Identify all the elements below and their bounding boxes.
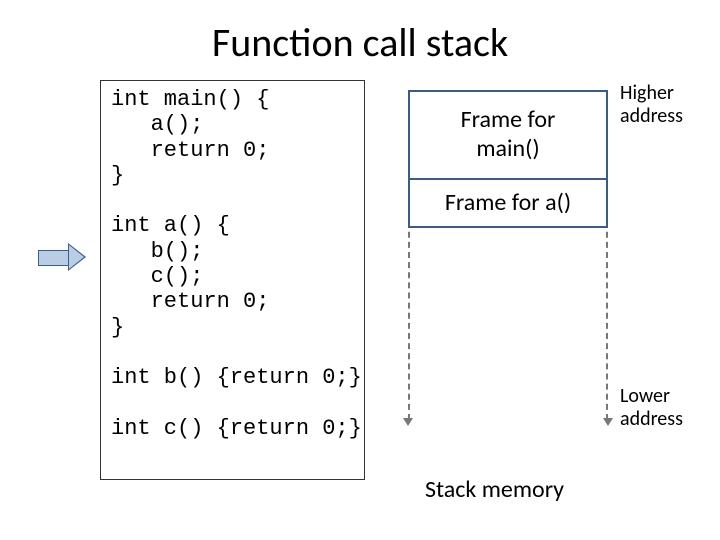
higher-address-label: Higher address [620, 82, 683, 128]
code-main: int main() { a(); return 0; } [111, 87, 269, 188]
code-b: int b() {return 0;} [111, 365, 362, 390]
frame-label: Frame for main() [461, 106, 556, 164]
stack-frame-main: Frame for main() [408, 90, 608, 180]
code-listing: int main() { a(); return 0; } int a() { … [100, 80, 365, 480]
stack-memory-label: Stack memory [425, 475, 564, 504]
slide-title: Function call stack [0, 18, 720, 67]
code-a: int a() { b(); c(); return 0; } [111, 213, 269, 339]
frame-label: Frame for a() [445, 189, 571, 218]
stack-memory-column: Frame for main() Frame for a() [408, 90, 608, 420]
current-line-arrow [38, 245, 88, 269]
stack-frame-a: Frame for a() [408, 180, 608, 228]
code-c: int c() {return 0;} [111, 416, 362, 441]
slide: Function call stack int main() { a(); re… [0, 0, 720, 540]
lower-address-label: Lower address [620, 385, 683, 431]
